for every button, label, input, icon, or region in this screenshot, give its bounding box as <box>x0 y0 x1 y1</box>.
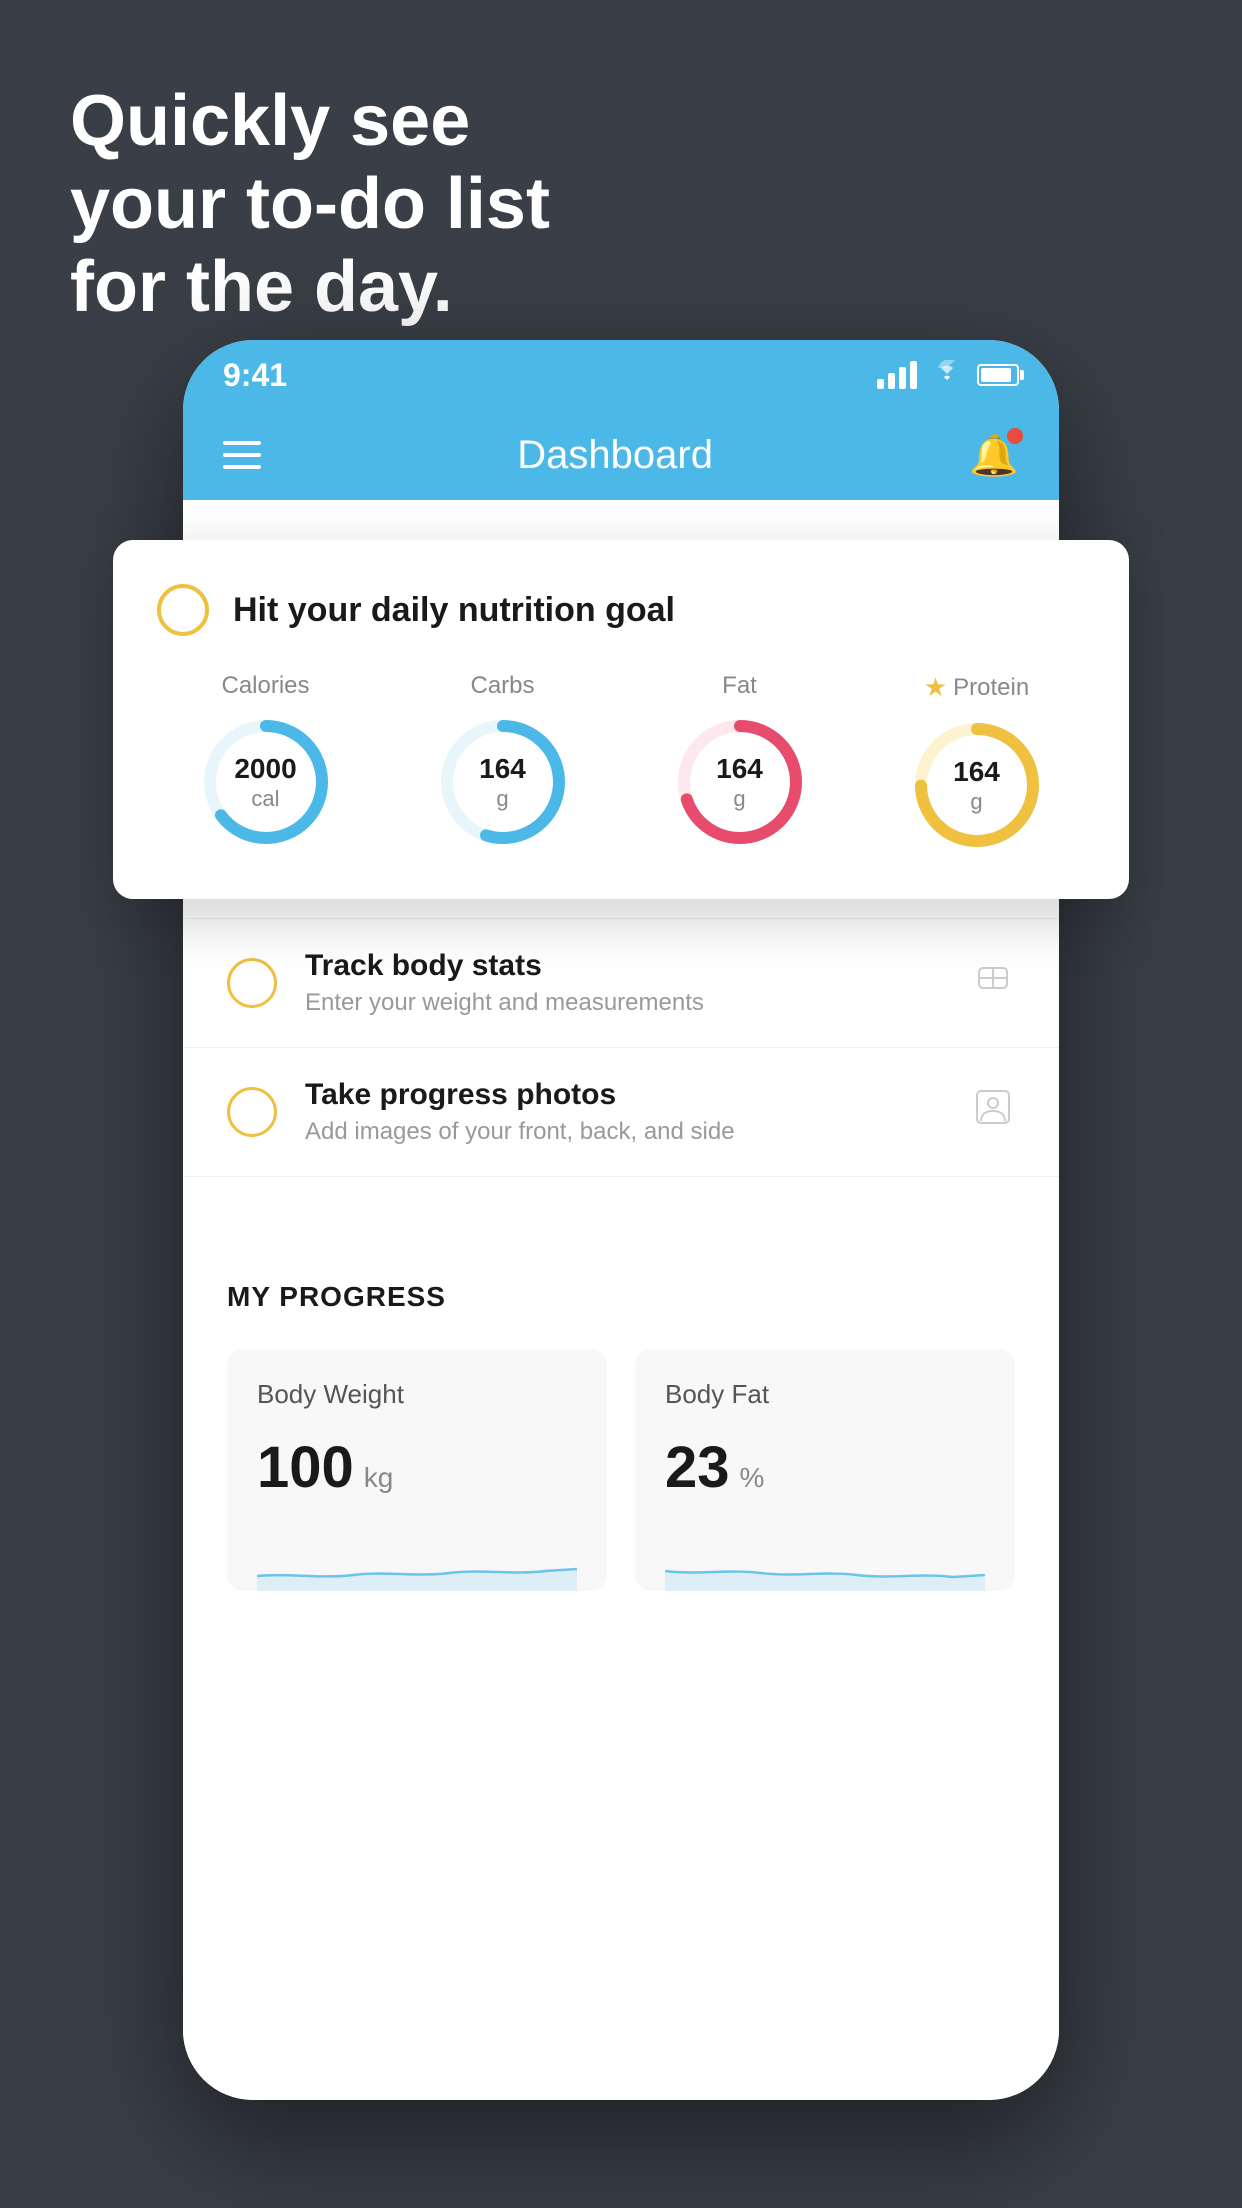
nutrition-check-circle[interactable] <box>157 584 209 636</box>
todo-check-photos[interactable] <box>227 1087 277 1137</box>
carbs-value: 164 <box>479 752 526 786</box>
todo-sub-body-stats: Enter your weight and measurements <box>305 989 943 1017</box>
hamburger-button[interactable] <box>223 441 261 469</box>
body-weight-card[interactable]: Body Weight 100 kg <box>227 1349 607 1591</box>
headline-line3: for the day. <box>70 247 453 327</box>
protein-value: 164 <box>953 755 1000 789</box>
carbs-unit: g <box>479 786 526 812</box>
status-time: 9:41 <box>223 357 287 394</box>
carbs-ring-circle: 164 g <box>433 712 573 852</box>
status-bar: 9:41 <box>183 340 1059 410</box>
calories-unit: cal <box>234 786 296 812</box>
fat-value: 164 <box>716 752 763 786</box>
progress-section: MY PROGRESS Body Weight 100 kg <box>183 1237 1059 1591</box>
todo-sub-photos: Add images of your front, back, and side <box>305 1118 943 1146</box>
fat-ring-circle: 164 g <box>670 712 810 852</box>
notification-badge <box>1007 428 1023 444</box>
todo-item-body-stats[interactable]: Track body stats Enter your weight and m… <box>183 919 1059 1048</box>
body-weight-value-row: 100 kg <box>257 1434 577 1501</box>
progress-title: MY PROGRESS <box>227 1281 1015 1313</box>
headline-line2: your to-do list <box>70 164 550 244</box>
protein-label: ★ Protein <box>924 672 1029 703</box>
nav-bar: Dashboard 🔔 <box>183 410 1059 500</box>
body-fat-card[interactable]: Body Fat 23 % <box>635 1349 1015 1591</box>
body-fat-label: Body Fat <box>665 1379 985 1410</box>
carbs-ring: Carbs 164 g <box>433 672 573 855</box>
todo-label-body-stats: Track body stats <box>305 949 943 983</box>
body-fat-value: 23 <box>665 1434 730 1501</box>
nutrition-card-title: Hit your daily nutrition goal <box>233 591 675 630</box>
protein-ring-circle: 164 g <box>907 715 1047 855</box>
todo-item-photos[interactable]: Take progress photos Add images of your … <box>183 1048 1059 1177</box>
fat-ring: Fat 164 g <box>670 672 810 855</box>
calories-label: Calories <box>221 672 309 700</box>
card-header: Hit your daily nutrition goal <box>157 584 1085 636</box>
todo-text-photos: Take progress photos Add images of your … <box>305 1078 943 1146</box>
todo-text-body-stats: Track body stats Enter your weight and m… <box>305 949 943 1017</box>
status-icons <box>877 359 1019 391</box>
nutrition-rings: Calories 2000 cal Carbs <box>157 672 1085 855</box>
calories-value: 2000 <box>234 752 296 786</box>
headline-line1: Quickly see <box>70 81 470 161</box>
protein-unit: g <box>953 789 1000 815</box>
body-weight-label: Body Weight <box>257 1379 577 1410</box>
todo-check-body-stats[interactable] <box>227 958 277 1008</box>
protein-ring: ★ Protein 164 g <box>907 672 1047 855</box>
nav-title: Dashboard <box>517 433 713 478</box>
body-weight-chart <box>257 1531 577 1591</box>
fat-label: Fat <box>722 672 757 700</box>
notification-button[interactable]: 🔔 <box>969 432 1019 479</box>
headline-text: Quickly see your to-do list for the day. <box>70 80 650 328</box>
carbs-label: Carbs <box>470 672 534 700</box>
progress-cards: Body Weight 100 kg Body Fat <box>227 1349 1015 1591</box>
wifi-icon <box>931 359 963 391</box>
body-weight-unit: kg <box>364 1462 394 1494</box>
body-fat-value-row: 23 % <box>665 1434 985 1501</box>
scale-icon <box>971 956 1015 1010</box>
body-fat-chart <box>665 1531 985 1591</box>
calories-ring-circle: 2000 cal <box>196 712 336 852</box>
fat-unit: g <box>716 786 763 812</box>
nutrition-card: Hit your daily nutrition goal Calories 2… <box>113 540 1129 899</box>
signal-icon <box>877 361 917 389</box>
calories-ring: Calories 2000 cal <box>196 672 336 855</box>
person-icon <box>971 1085 1015 1139</box>
todo-label-photos: Take progress photos <box>305 1078 943 1112</box>
battery-icon <box>977 364 1019 386</box>
body-weight-value: 100 <box>257 1434 354 1501</box>
protein-star-icon: ★ <box>924 672 947 703</box>
body-fat-unit: % <box>740 1462 765 1494</box>
